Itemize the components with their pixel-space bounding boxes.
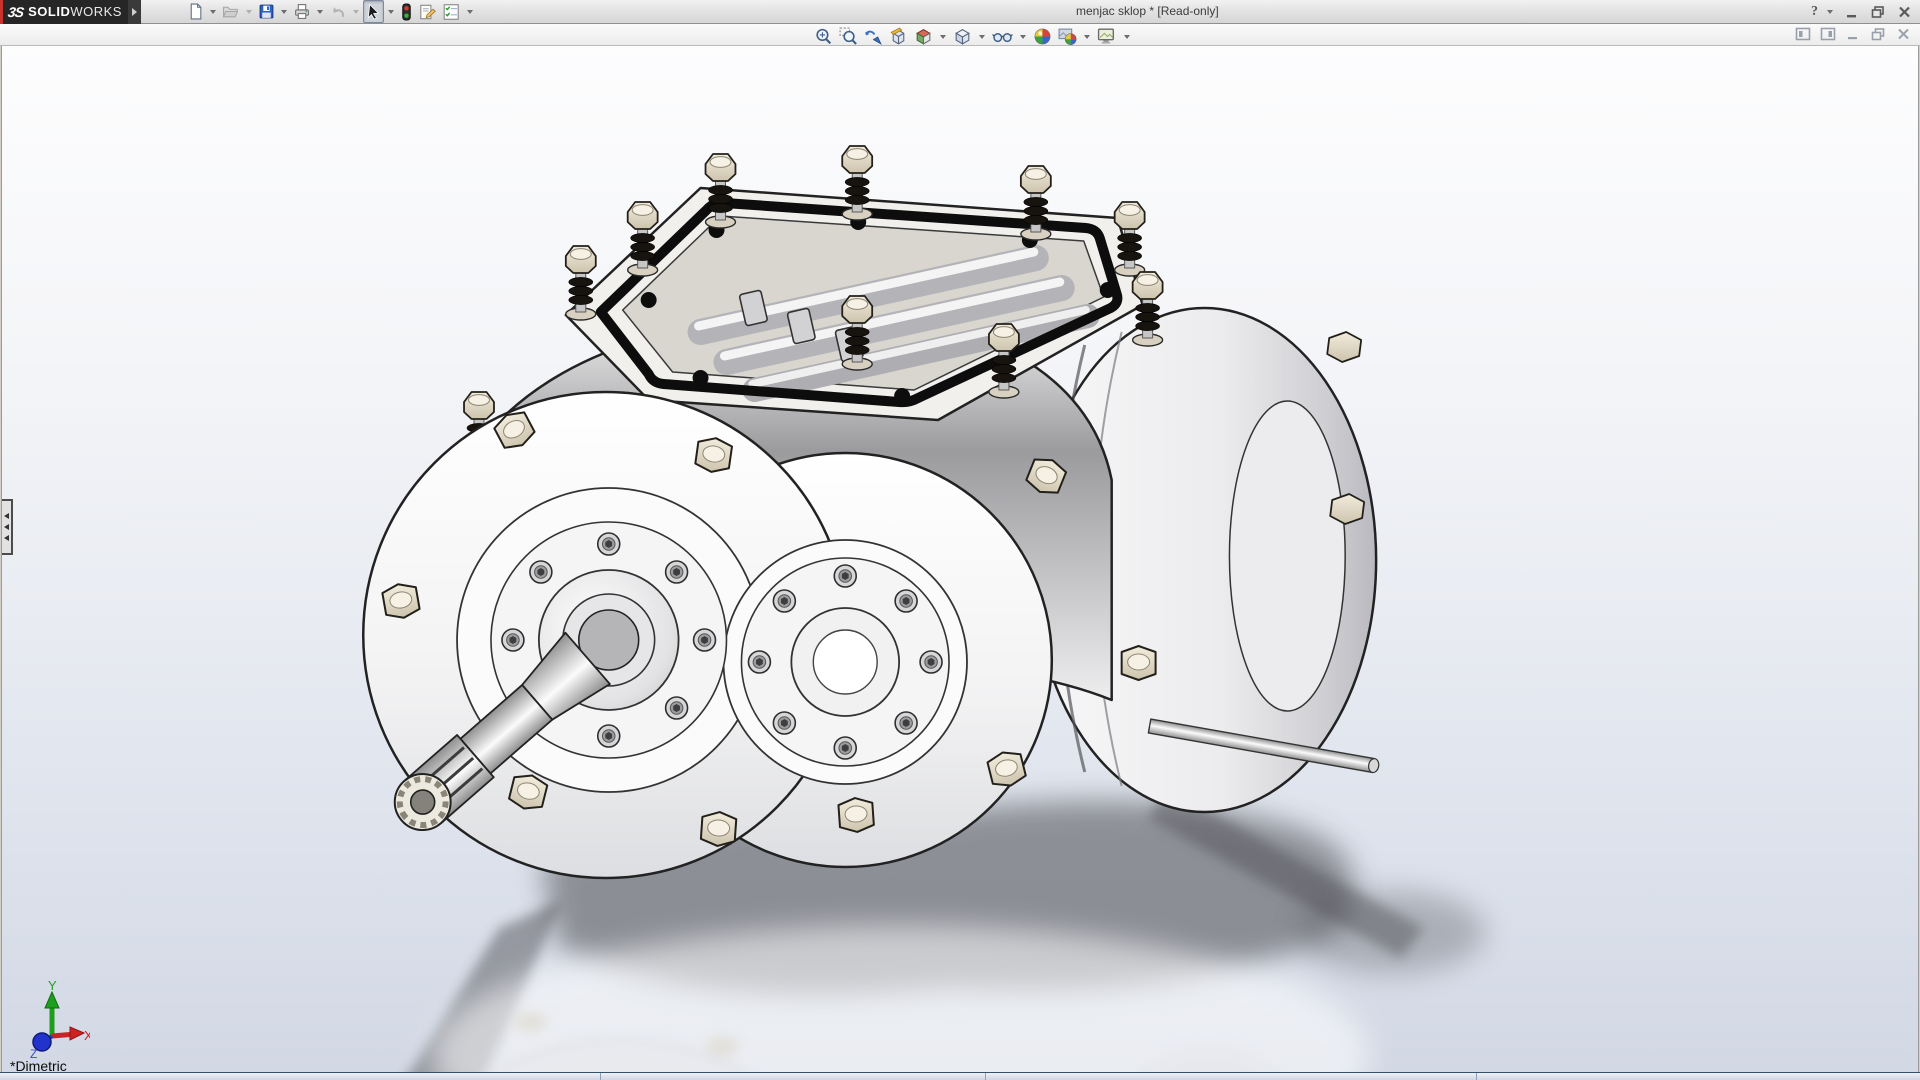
status-divider (1476, 1073, 1477, 1080)
collapse-pane-left-icon (1795, 27, 1811, 41)
undo-button[interactable] (327, 0, 349, 23)
apply-scene-dropdown-arrow[interactable] (1084, 35, 1090, 39)
options-dropdown-arrow[interactable] (467, 10, 473, 14)
apply-scene-icon (1058, 27, 1077, 46)
gearbox-model[interactable] (363, 146, 1380, 878)
document-window-controls (1794, 26, 1912, 42)
brand-text: SOLIDWORKS (28, 4, 122, 19)
options-button[interactable] (440, 0, 463, 24)
print-button[interactable] (291, 0, 313, 23)
zoom-to-fit-button[interactable] (812, 25, 835, 48)
document-restore-icon (1871, 28, 1885, 41)
dassault-3ds-logo-icon: 3S (7, 4, 24, 20)
solidworks-window: 3S SOLIDWORKS (0, 0, 1920, 1080)
expand-arrow-icon (132, 8, 137, 16)
save-dropdown-arrow[interactable] (281, 10, 287, 14)
section-view-icon (889, 27, 908, 46)
hide-show-items-icon (992, 27, 1013, 46)
select-cursor-icon (365, 3, 382, 20)
display-style-icon (953, 27, 972, 46)
view-orientation-button[interactable] (912, 25, 935, 48)
view-settings-icon (1097, 27, 1117, 46)
gearbox-model-canvas[interactable] (2, 46, 1918, 1072)
output-hub-cover[interactable] (741, 558, 949, 766)
document-minimize-icon (1847, 28, 1860, 40)
collapse-arrow-icon (4, 513, 9, 519)
file-properties-button[interactable] (416, 0, 439, 24)
hide-show-dropdown-arrow[interactable] (1020, 35, 1026, 39)
view-orientation-dropdown-arrow[interactable] (940, 35, 946, 39)
open-button[interactable] (220, 0, 242, 23)
view-orientation-label: *Dimetric (10, 1058, 67, 1072)
display-style-dropdown-arrow[interactable] (979, 35, 985, 39)
file-properties-icon (418, 3, 437, 21)
minimize-icon (1846, 7, 1859, 18)
print-dropdown-arrow[interactable] (317, 10, 323, 14)
options-icon (442, 3, 461, 21)
display-style-button[interactable] (951, 25, 974, 48)
restore-icon (1871, 6, 1885, 18)
collapse-pane-right-icon (1820, 27, 1836, 41)
help-dropdown-arrow[interactable] (1827, 10, 1833, 14)
triad-x-label: X (84, 1028, 90, 1043)
rebuild-button[interactable] (398, 0, 415, 24)
solidworks-logo: 3S SOLIDWORKS (0, 0, 128, 24)
document-close-button[interactable] (1894, 26, 1912, 42)
close-button[interactable] (1894, 3, 1914, 21)
title-bar: 3S SOLIDWORKS (0, 0, 1920, 24)
new-dropdown-arrow[interactable] (210, 10, 216, 14)
graphics-area[interactable]: Y X Z *Dimetric (1, 46, 1919, 1072)
restore-button[interactable] (1868, 3, 1888, 21)
view-settings-dropdown-arrow[interactable] (1124, 35, 1130, 39)
edit-appearance-button[interactable] (1031, 25, 1054, 48)
open-dropdown-arrow[interactable] (246, 10, 252, 14)
open-folder-icon (222, 3, 240, 20)
previous-view-icon (864, 27, 883, 46)
document-minimize-button[interactable] (1844, 26, 1862, 42)
previous-view-button[interactable] (862, 25, 885, 48)
document-title: menjac sklop * [Read-only] (1076, 4, 1219, 18)
zoom-to-area-icon (839, 27, 858, 46)
section-view-button[interactable] (887, 25, 910, 48)
select-dropdown-arrow[interactable] (388, 10, 394, 14)
collapse-arrow-icon (4, 524, 9, 530)
print-icon (293, 3, 311, 20)
close-icon (1898, 6, 1911, 18)
heads-up-view-toolbar (812, 25, 1133, 48)
undo-dropdown-arrow[interactable] (353, 10, 359, 14)
collapse-pane-left-button[interactable] (1794, 26, 1812, 42)
edit-appearance-icon (1033, 27, 1052, 46)
apply-scene-button[interactable] (1056, 25, 1079, 48)
feature-manager-collapsed-tab[interactable] (2, 499, 13, 555)
zoom-to-fit-icon (814, 27, 833, 46)
new-document-button[interactable] (185, 0, 206, 23)
new-document-icon (187, 3, 204, 20)
triad-z-label: Z (30, 1047, 37, 1058)
hide-show-items-button[interactable] (990, 25, 1015, 48)
view-settings-button[interactable] (1095, 25, 1119, 48)
help-button[interactable]: ? (1811, 4, 1818, 20)
reference-triad: Y X Z (18, 978, 90, 1058)
collapse-pane-right-button[interactable] (1819, 26, 1837, 42)
zoom-to-area-button[interactable] (837, 25, 860, 48)
status-divider (985, 1073, 986, 1080)
minimize-button[interactable] (1842, 3, 1862, 21)
status-divider (600, 1073, 601, 1080)
save-button[interactable] (256, 0, 277, 23)
screen-edge-strip (0, 0, 3, 24)
triad-y-label: Y (48, 978, 57, 993)
undo-icon (329, 3, 347, 20)
document-close-icon (1897, 28, 1910, 40)
rebuild-traffic-light-icon (400, 3, 413, 21)
select-button[interactable] (363, 0, 384, 23)
collapse-arrow-icon (4, 535, 9, 541)
save-icon (258, 3, 275, 20)
document-restore-button[interactable] (1869, 26, 1887, 42)
view-orientation-icon (914, 27, 933, 46)
titlebar-controls: ? (1811, 0, 1914, 24)
status-bar (0, 1072, 1920, 1080)
menu-expand-button[interactable] (128, 0, 141, 24)
main-toolbar (185, 0, 476, 24)
menu-row (0, 24, 1920, 46)
